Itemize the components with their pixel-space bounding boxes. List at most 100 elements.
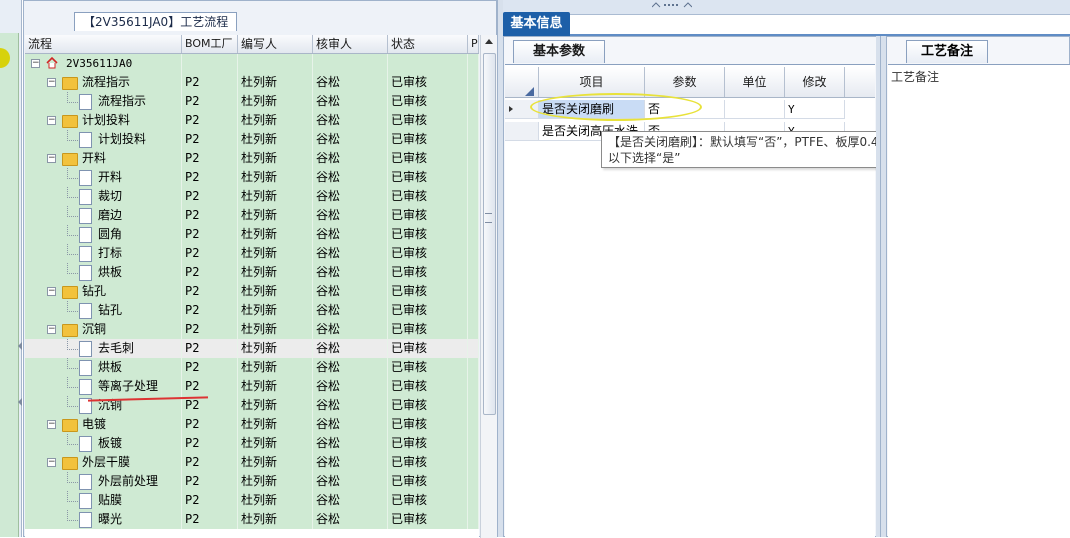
tree-cell-pl[interactable] [468, 377, 479, 396]
tree-cell-bom[interactable]: P2 [182, 206, 238, 225]
tree-cell-reviewer[interactable]: 谷松 [313, 149, 388, 168]
tree-cell-reviewer[interactable]: 谷松 [313, 377, 388, 396]
left-collapsed-strip[interactable] [0, 0, 22, 537]
tree-cell-pl[interactable] [468, 244, 479, 263]
tree-cell-reviewer[interactable]: 谷松 [313, 510, 388, 529]
tree-cell-reviewer[interactable]: 谷松 [313, 244, 388, 263]
tree-cell-pl[interactable] [468, 396, 479, 415]
tree-cell-bom[interactable]: P2 [182, 168, 238, 187]
tree-cell-author[interactable]: 杜列新 [238, 244, 313, 263]
tree-cell-status[interactable]: 已审核 [388, 168, 468, 187]
tree-cell-pl[interactable] [468, 282, 479, 301]
tree-cell-flow[interactable]: 板镀 [25, 434, 182, 453]
tree-cell-bom[interactable]: P2 [182, 187, 238, 206]
tree-cell-pl[interactable] [468, 54, 479, 73]
tree-cell-reviewer[interactable]: 谷松 [313, 206, 388, 225]
tree-cell-author[interactable]: 杜列新 [238, 301, 313, 320]
tree-cell-reviewer[interactable]: 谷松 [313, 491, 388, 510]
tree-row[interactable]: 外层前处理 P2 杜列新 谷松 已审核 [25, 472, 479, 491]
tree-cell-status[interactable]: 已审核 [388, 263, 468, 282]
tree-cell-author[interactable]: 杜列新 [238, 453, 313, 472]
tree-cell-status[interactable]: 已审核 [388, 510, 468, 529]
tree-cell-bom[interactable]: P2 [182, 377, 238, 396]
tree-row[interactable]: 计划投料 P2 杜列新 谷松 已审核 [25, 130, 479, 149]
tree-cell-author[interactable]: 杜列新 [238, 263, 313, 282]
tree-cell-bom[interactable]: P2 [182, 244, 238, 263]
tree-row[interactable]: − 沉铜 P2 杜列新 谷松 已审核 [25, 320, 479, 339]
tree-row[interactable]: 去毛刺 P2 杜列新 谷松 已审核 [25, 339, 479, 358]
collapse-toggle-icon[interactable]: − [47, 78, 56, 87]
tree-scrollbar[interactable] [480, 35, 497, 538]
tree-cell-flow[interactable]: 开料 [25, 168, 182, 187]
tree-cell-flow[interactable]: − 沉铜 [25, 320, 182, 339]
tree-row[interactable]: − 钻孔 P2 杜列新 谷松 已审核 [25, 282, 479, 301]
tree-cell-bom[interactable]: P2 [182, 263, 238, 282]
tree-cell-author[interactable]: 杜列新 [238, 472, 313, 491]
tree-row[interactable]: 等离子处理 P2 杜列新 谷松 已审核 [25, 377, 479, 396]
row-selector[interactable] [505, 122, 539, 141]
tree-cell-status[interactable]: 已审核 [388, 358, 468, 377]
tree-cell-reviewer[interactable]: 谷松 [313, 434, 388, 453]
col-header-flow[interactable]: 流程 [25, 35, 182, 53]
tree-cell-pl[interactable] [468, 206, 479, 225]
tab-process-notes[interactable]: 工艺备注 [906, 40, 988, 63]
tree-cell-status[interactable] [388, 54, 468, 73]
tree-cell-bom[interactable]: P2 [182, 225, 238, 244]
tree-cell-reviewer[interactable]: 谷松 [313, 225, 388, 244]
tree-cell-status[interactable]: 已审核 [388, 187, 468, 206]
tree-cell-status[interactable]: 已审核 [388, 320, 468, 339]
tree-cell-status[interactable]: 已审核 [388, 130, 468, 149]
tree-row[interactable]: − 外层干膜 P2 杜列新 谷松 已审核 [25, 453, 479, 472]
tree-row[interactable]: − 开料 P2 杜列新 谷松 已审核 [25, 149, 479, 168]
tree-cell-reviewer[interactable]: 谷松 [313, 396, 388, 415]
scroll-thumb[interactable] [483, 53, 496, 415]
tree-cell-bom[interactable]: P2 [182, 472, 238, 491]
col-header-unit[interactable]: 单位 [725, 67, 785, 97]
tree-cell-bom[interactable]: P2 [182, 415, 238, 434]
tab-basic-params[interactable]: 基本参数 [513, 40, 605, 63]
col-header-author[interactable]: 编写人 [238, 35, 313, 53]
tree-row[interactable]: − 计划投料 P2 杜列新 谷松 已审核 [25, 111, 479, 130]
tree-cell-pl[interactable] [468, 415, 479, 434]
tree-cell-flow[interactable]: 曝光 [25, 510, 182, 529]
collapse-toggle-icon[interactable]: − [47, 325, 56, 334]
tree-cell-pl[interactable] [468, 187, 479, 206]
tree-cell-pl[interactable] [468, 434, 479, 453]
collapse-toggle-icon[interactable]: − [31, 59, 40, 68]
tree-cell-flow[interactable]: 计划投料 [25, 130, 182, 149]
tree-cell-flow[interactable]: 去毛刺 [25, 339, 182, 358]
tree-cell-bom[interactable]: P2 [182, 453, 238, 472]
tree-row[interactable]: − 电镀 P2 杜列新 谷松 已审核 [25, 415, 479, 434]
tree-cell-status[interactable]: 已审核 [388, 149, 468, 168]
tree-cell-status[interactable]: 已审核 [388, 339, 468, 358]
tree-cell-flow[interactable]: − 钻孔 [25, 282, 182, 301]
tree-cell-bom[interactable]: P2 [182, 301, 238, 320]
tree-cell-flow[interactable]: 圆角 [25, 225, 182, 244]
tree-cell-status[interactable]: 已审核 [388, 111, 468, 130]
tree-cell-pl[interactable] [468, 358, 479, 377]
tree-cell-reviewer[interactable]: 谷松 [313, 453, 388, 472]
tree-cell-pl[interactable] [468, 301, 479, 320]
tree-cell-author[interactable]: 杜列新 [238, 73, 313, 92]
col-header-edit[interactable]: 修改 [785, 67, 845, 97]
tree-cell-reviewer[interactable]: 谷松 [313, 301, 388, 320]
tree-cell-pl[interactable] [468, 73, 479, 92]
tree-row[interactable]: 开料 P2 杜列新 谷松 已审核 [25, 168, 479, 187]
collapse-toggle-icon[interactable]: − [47, 154, 56, 163]
tree-cell-reviewer[interactable]: 谷松 [313, 263, 388, 282]
tree-cell-status[interactable]: 已审核 [388, 472, 468, 491]
tree-cell-reviewer[interactable]: 谷松 [313, 187, 388, 206]
tree-row[interactable]: 裁切 P2 杜列新 谷松 已审核 [25, 187, 479, 206]
tree-cell-status[interactable]: 已审核 [388, 244, 468, 263]
col-header-pl[interactable]: PI [468, 35, 479, 53]
tree-cell-author[interactable]: 杜列新 [238, 510, 313, 529]
tree-cell-pl[interactable] [468, 130, 479, 149]
grip-icon[interactable] [652, 2, 692, 8]
tree-cell-bom[interactable]: P2 [182, 510, 238, 529]
tree-cell-author[interactable]: 杜列新 [238, 225, 313, 244]
tree-cell-bom[interactable] [182, 54, 238, 73]
tree-cell-flow[interactable]: 钻孔 [25, 301, 182, 320]
tree-cell-pl[interactable] [468, 168, 479, 187]
tree-cell-author[interactable]: 杜列新 [238, 92, 313, 111]
tree-cell-status[interactable]: 已审核 [388, 453, 468, 472]
